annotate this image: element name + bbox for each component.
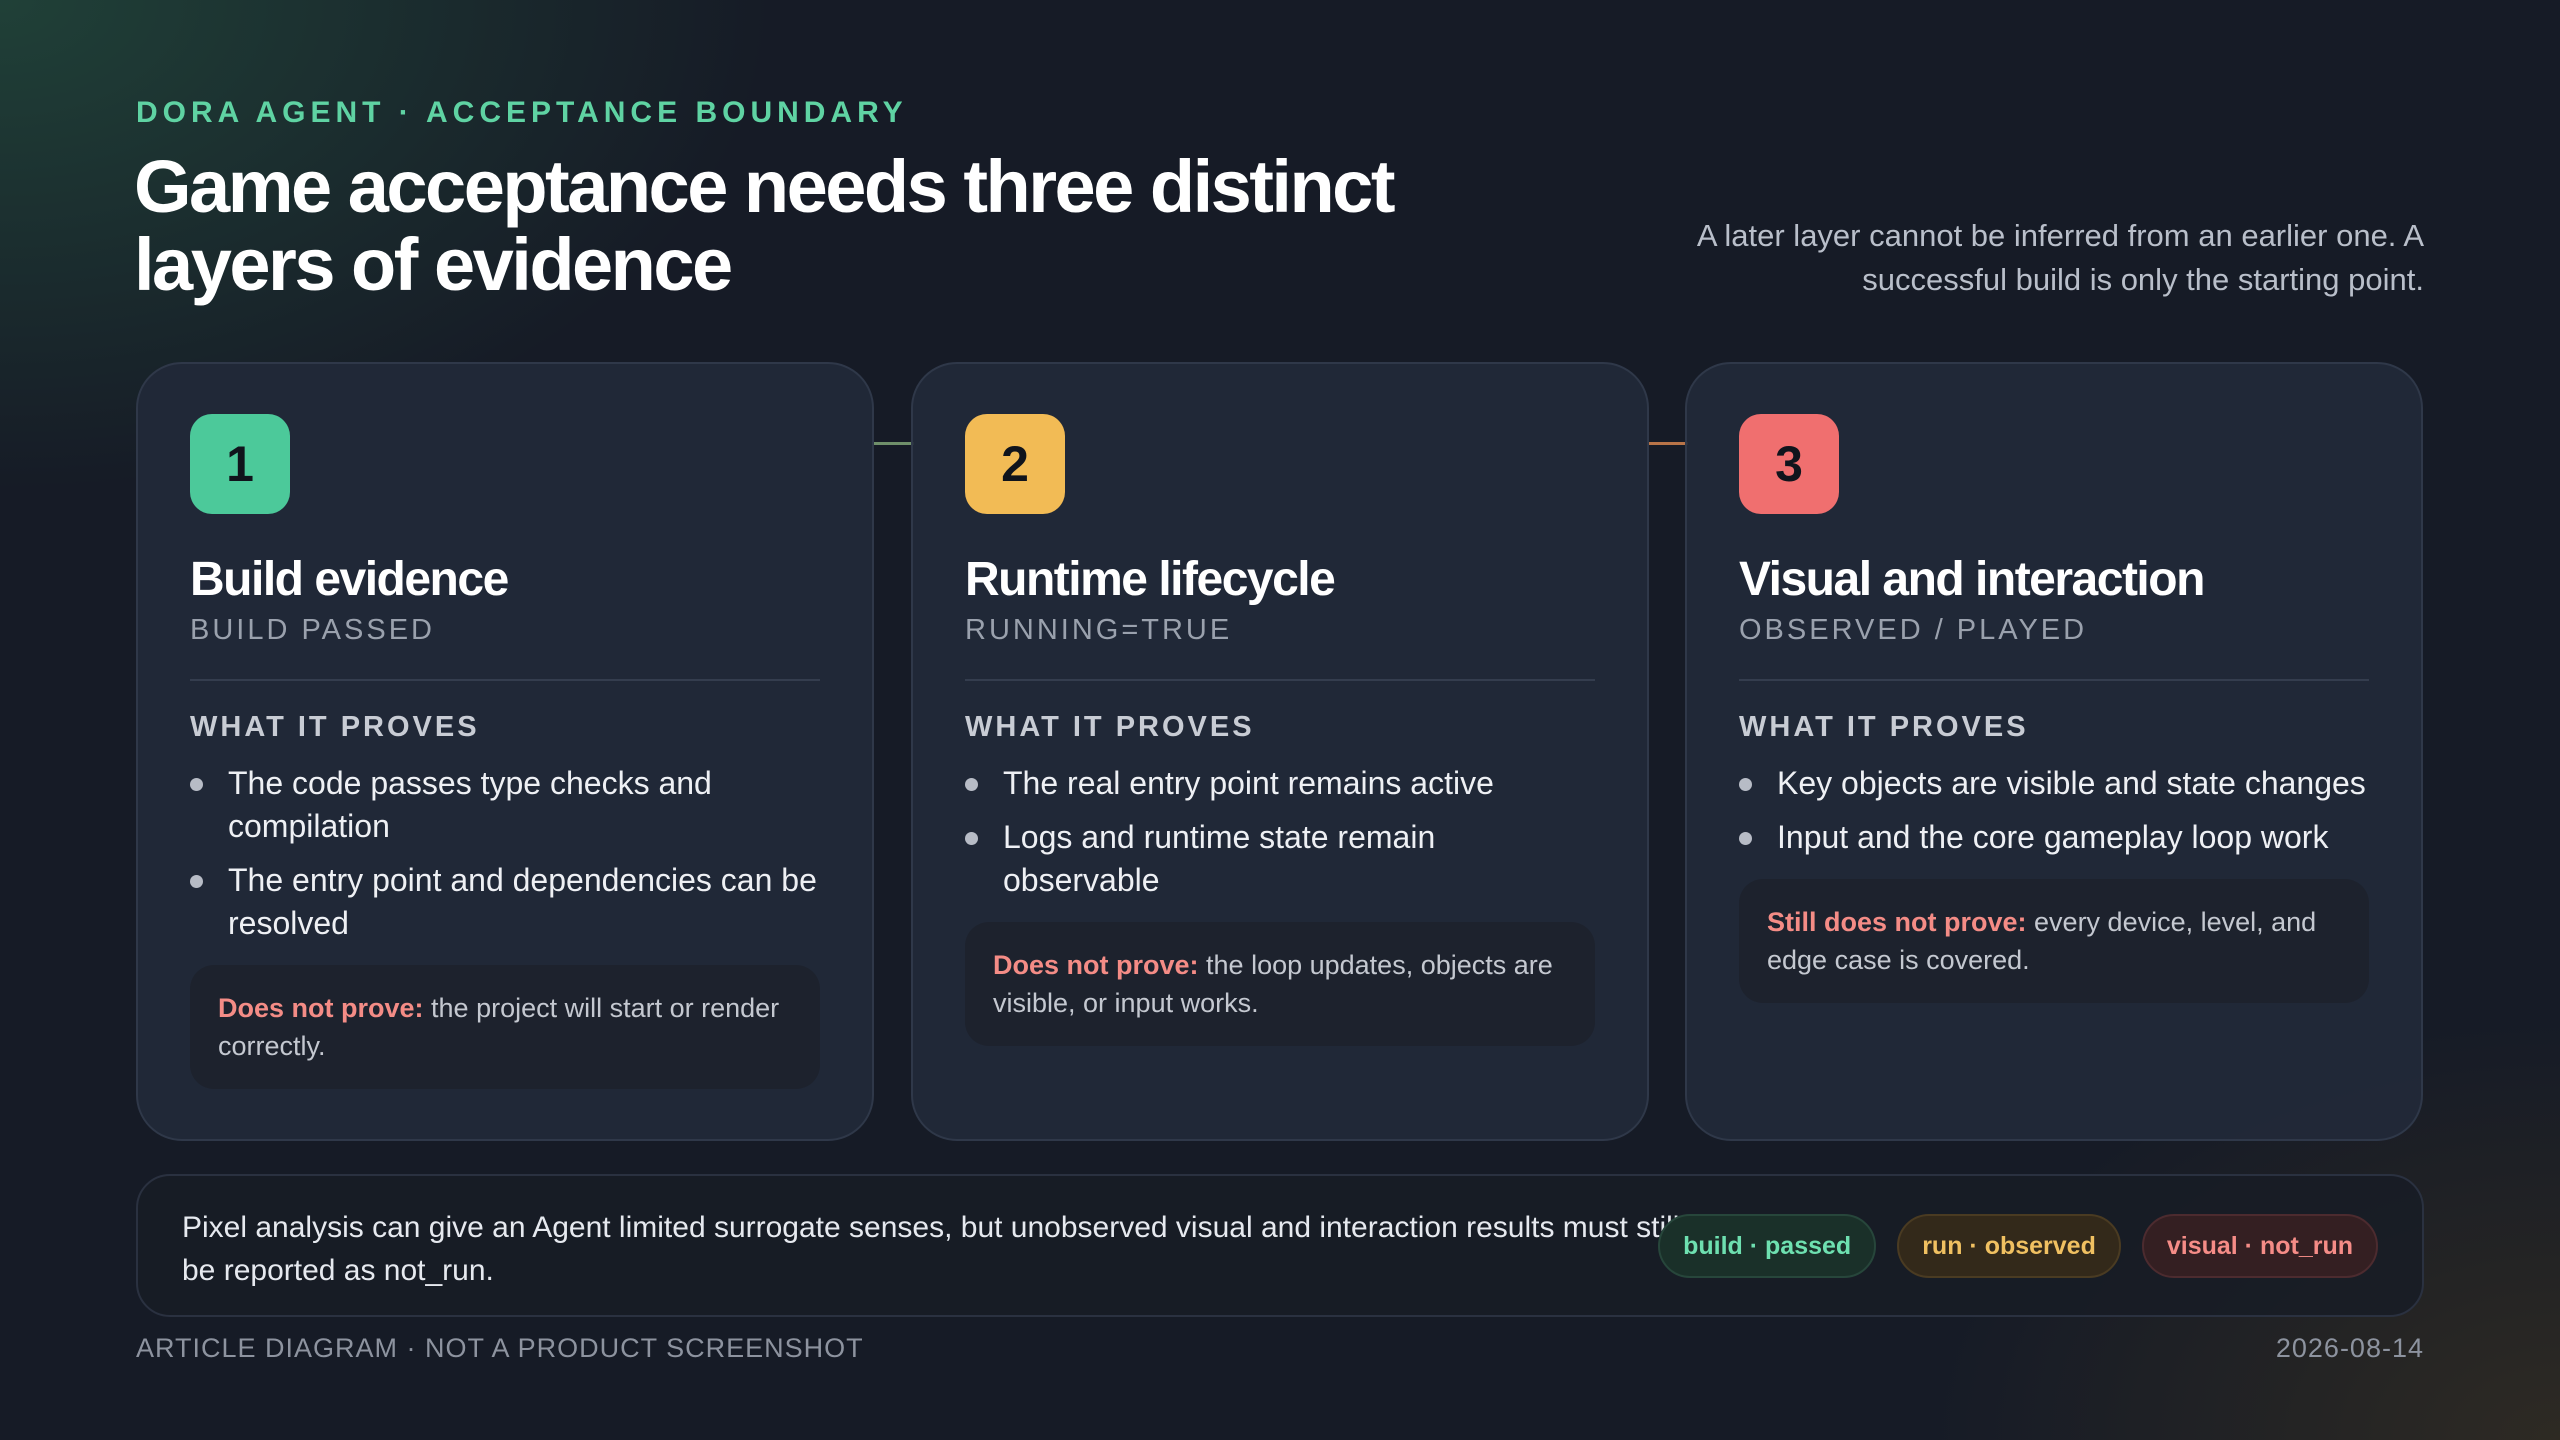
eyebrow-label: DORA AGENT · ACCEPTANCE BOUNDARY	[136, 96, 908, 129]
card-subtitle: RUNNING=TRUE	[965, 614, 1233, 646]
status-pill-run: run · observed	[1897, 1214, 2121, 1278]
note-label: Still does not prove:	[1767, 907, 2027, 937]
footer-date: 2026-08-14	[2275, 1333, 2424, 1363]
connector-line-2-3	[1648, 442, 1688, 445]
note-label: Does not prove:	[993, 950, 1199, 980]
list-item: Logs and runtime state remain observable	[965, 816, 1595, 902]
bullet-dot-icon	[190, 875, 203, 888]
bullet-dot-icon	[965, 778, 978, 791]
list-item: The real entry point remains active	[965, 762, 1595, 805]
step-badge: 3	[1739, 414, 1839, 514]
proves-heading: WHAT IT PROVES	[965, 711, 1255, 743]
proves-heading: WHAT IT PROVES	[1739, 711, 2029, 743]
proves-heading: WHAT IT PROVES	[190, 711, 480, 743]
limitation-note: Does not prove: the project will start o…	[190, 965, 820, 1089]
bullet-dot-icon	[190, 778, 203, 791]
proves-list: The code passes type checks and compilat…	[190, 762, 820, 945]
status-pill-build: build · passed	[1658, 1214, 1877, 1278]
divider	[1739, 679, 2369, 681]
list-item-text: Input and the core gameplay loop work	[1777, 819, 2329, 855]
note-label: Does not prove:	[218, 993, 424, 1023]
list-item-text: The entry point and dependencies can be …	[228, 862, 817, 941]
list-item-text: Logs and runtime state remain observable	[1003, 819, 1436, 898]
status-pill-visual: visual · not_run	[2141, 1214, 2378, 1278]
page-title: Game acceptance needs three distinct lay…	[134, 145, 1395, 306]
limitation-note: Still does not prove: every device, leve…	[1739, 879, 2369, 1003]
bullet-dot-icon	[1739, 778, 1752, 791]
card-title: Build evidence	[190, 553, 509, 606]
list-item: The code passes type checks and compilat…	[190, 762, 820, 848]
step-badge: 2	[965, 414, 1065, 514]
list-item-text: The real entry point remains active	[1003, 765, 1494, 801]
list-item-text: The code passes type checks and compilat…	[228, 765, 712, 844]
card-subtitle: BUILD PASSED	[190, 614, 435, 646]
proves-list: The real entry point remains active Logs…	[965, 762, 1595, 902]
card-subtitle: OBSERVED / PLAYED	[1739, 614, 2088, 646]
connector-line-1-2	[874, 442, 914, 445]
card-title: Runtime lifecycle	[965, 553, 1336, 606]
bullet-dot-icon	[1739, 832, 1752, 845]
layer-card-runtime: 2 Runtime lifecycle RUNNING=TRUE WHAT IT…	[911, 362, 1649, 1141]
banner-text: Pixel analysis can give an Agent limited…	[182, 1211, 1680, 1287]
layer-card-visual: 3 Visual and interaction OBSERVED / PLAY…	[1685, 362, 2423, 1141]
layer-card-build: 1 Build evidence BUILD PASSED WHAT IT PR…	[136, 362, 874, 1141]
divider	[965, 679, 1595, 681]
list-item: Key objects are visible and state change…	[1739, 762, 2369, 805]
list-item: Input and the core gameplay loop work	[1739, 816, 2369, 859]
list-item: The entry point and dependencies can be …	[190, 859, 820, 945]
divider	[190, 679, 820, 681]
limitation-note: Does not prove: the loop updates, object…	[965, 922, 1595, 1046]
lede-text: A later layer cannot be inferred from an…	[1696, 218, 2424, 297]
step-badge: 1	[190, 414, 290, 514]
status-pill-group: build · passed run · observed visual · n…	[1658, 1214, 2378, 1278]
bullet-dot-icon	[965, 832, 978, 845]
footer-caption: ARTICLE DIAGRAM · NOT A PRODUCT SCREENSH…	[136, 1333, 864, 1363]
card-title: Visual and interaction	[1739, 553, 2205, 606]
summary-banner: Pixel analysis can give an Agent limited…	[136, 1174, 2424, 1317]
proves-list: Key objects are visible and state change…	[1739, 762, 2369, 859]
list-item-text: Key objects are visible and state change…	[1777, 765, 2366, 801]
